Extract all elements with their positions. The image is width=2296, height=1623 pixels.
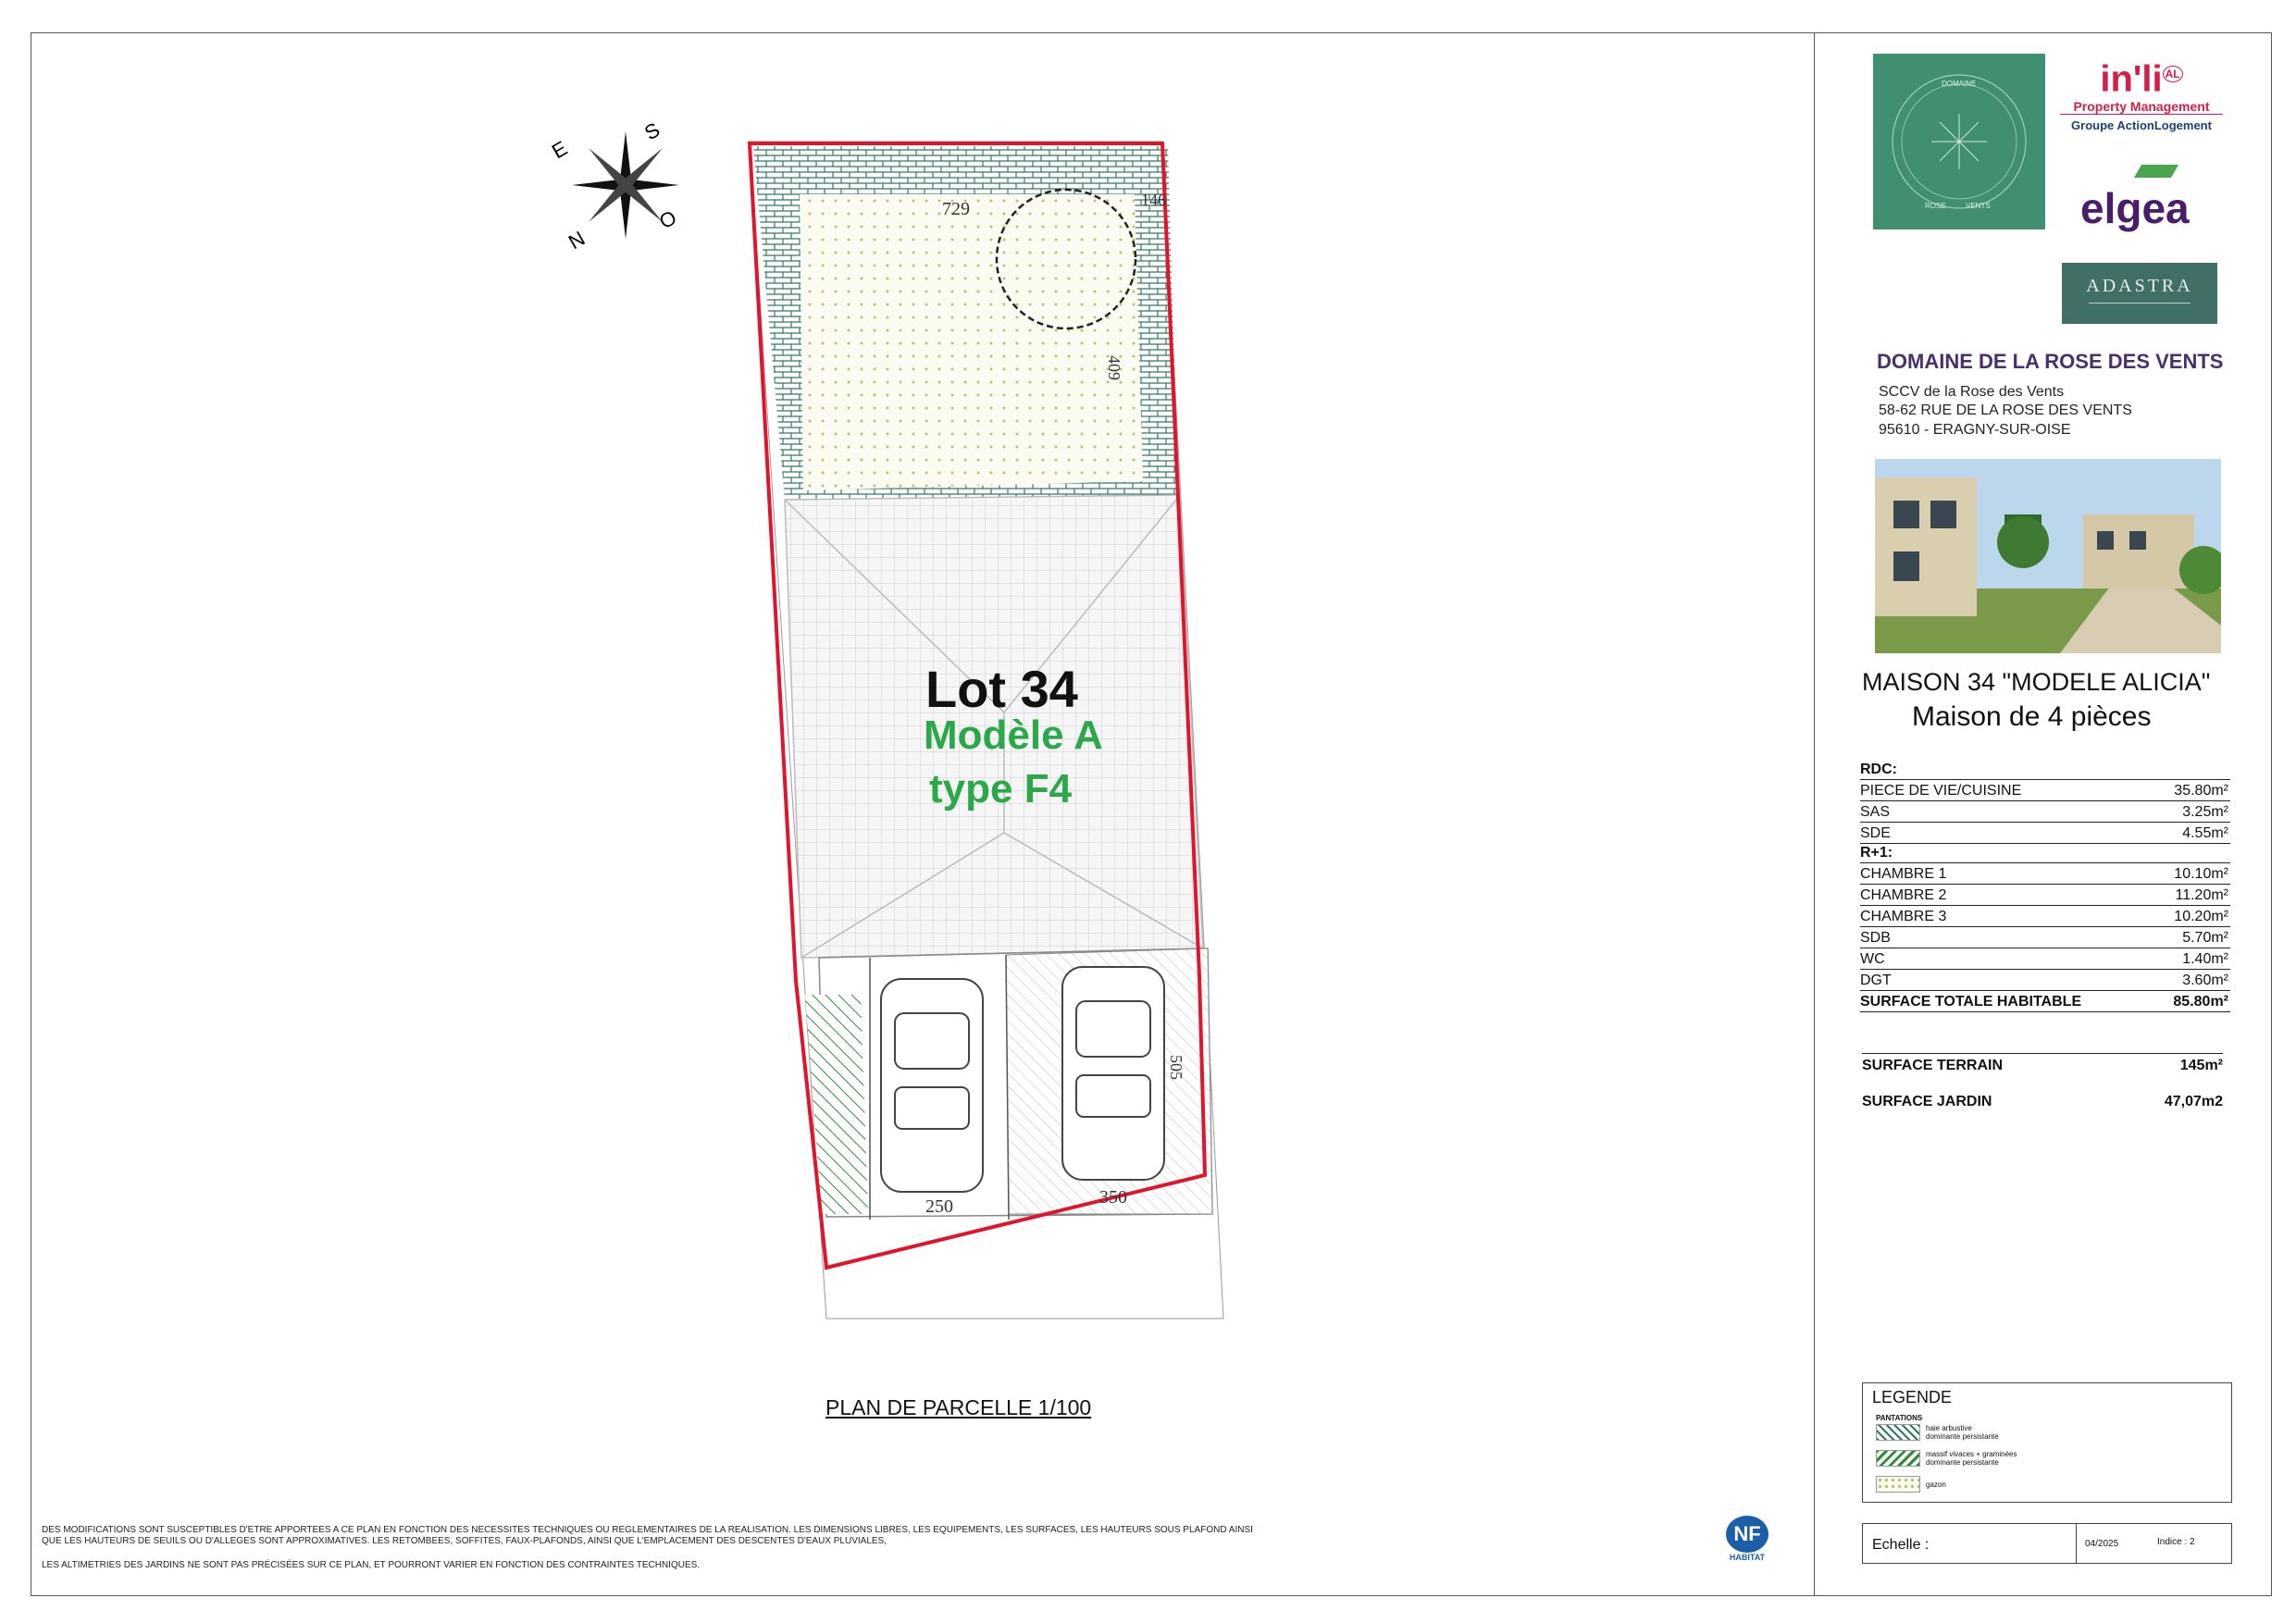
legend-item-lawn: gazon bbox=[1876, 1476, 1946, 1493]
inli-logo: in'li AL Property Management Groupe Actio… bbox=[2060, 54, 2223, 146]
svg-text:250: 250 bbox=[925, 1196, 953, 1217]
scale-box: Echelle : 04/2025 Indice : 2 bbox=[1862, 1523, 2232, 1564]
room-row: CHAMBRE 2 11.20m² bbox=[1860, 885, 2230, 906]
nf-icon: NF bbox=[1726, 1516, 1769, 1553]
room-row: SAS 3.25m² bbox=[1860, 801, 2230, 823]
car-2 bbox=[1061, 966, 1165, 1181]
total-row: SURFACE TOTALE HABITABLE 85.80m² bbox=[1860, 991, 2230, 1012]
disclaimer-line-3: LES ALTIMETRIES DES JARDINS NE SONT PAS … bbox=[42, 1560, 701, 1570]
adastra-logo: ADASTRA bbox=[2062, 263, 2217, 324]
room-row: CHAMBRE 3 10.20m² bbox=[1860, 906, 2230, 927]
svg-text:S: S bbox=[640, 118, 664, 144]
plan-caption: PLAN DE PARCELLE 1/100 bbox=[825, 1395, 1092, 1419]
legend-title: LEGENDE bbox=[1872, 1388, 1953, 1406]
planted-strip bbox=[805, 995, 868, 1214]
surface-jardin: SURFACE JARDIN 47,07m2 bbox=[1862, 1094, 2223, 1109]
elgea-logo: elgea bbox=[2073, 165, 2212, 239]
room-row: PIECE DE VIE/CUISINE 35.80m² bbox=[1860, 780, 2230, 801]
svg-text:409: 409 bbox=[1105, 355, 1123, 380]
svg-text:O: O bbox=[655, 205, 680, 233]
address-line-1: SCCV de la Rose des Vents bbox=[1879, 384, 2065, 400]
surface-terrain: SURFACE TERRAIN 145m² bbox=[1862, 1053, 2223, 1074]
disclaimer-line-1: DES MODIFICATIONS SONT SUSCEPTIBLES D'ET… bbox=[42, 1525, 1253, 1535]
room-row: WC 1.40m² bbox=[1860, 948, 2230, 970]
house-name: MAISON 34 "MODELE ALICIA" bbox=[1862, 668, 2211, 696]
r1-label: R+1: bbox=[1860, 845, 1893, 861]
svg-text:505: 505 bbox=[1167, 1055, 1185, 1080]
lawn-area bbox=[800, 194, 1143, 490]
legend-subtitle: PANTATIONS bbox=[1876, 1414, 1923, 1422]
svg-text:146: 146 bbox=[1141, 191, 1166, 209]
room-row: SDE 4.55m² bbox=[1860, 823, 2230, 844]
lot-model: Modèle A bbox=[924, 712, 1103, 758]
svg-text:N: N bbox=[565, 227, 589, 254]
room-row: CHAMBRE 1 10.10m² bbox=[1860, 863, 2230, 885]
revision-date: 04/2025 bbox=[2085, 1539, 2119, 1549]
address-line-2: 58-62 RUE DE LA ROSE DES VENTS bbox=[1879, 403, 2132, 418]
svg-text:729: 729 bbox=[942, 199, 970, 219]
nf-sub: HABITAT bbox=[1729, 1553, 1766, 1562]
svg-text:E: E bbox=[548, 136, 571, 163]
rdc-label: RDC: bbox=[1860, 762, 1897, 777]
scale-label: Echelle : bbox=[1872, 1537, 1930, 1553]
legend-item-hedge: haie arbustive dominante persistante bbox=[1876, 1424, 1999, 1441]
lot-title: Lot 34 bbox=[925, 660, 1078, 718]
house-subtitle: Maison de 4 pièces bbox=[1912, 701, 2152, 732]
legend-box: LEGENDE PANTATIONS haie arbustive dominan… bbox=[1862, 1382, 2232, 1503]
nf-habitat-logo: NF HABITAT bbox=[1721, 1516, 1773, 1567]
house-rendering-image bbox=[1875, 459, 2221, 653]
address-line-3: 95610 - ERAGNY-SUR-OISE bbox=[1879, 422, 2071, 438]
project-title: DOMAINE DE LA ROSE DES VENTS bbox=[1877, 350, 2224, 373]
domaine-logo: DOMAINE ROSE VENTS bbox=[1873, 54, 2045, 229]
room-row: SDB 5.70m² bbox=[1860, 927, 2230, 948]
car-1 bbox=[880, 978, 984, 1193]
revision-index: Indice : 2 bbox=[2157, 1537, 2195, 1547]
room-row: DGT 3.60m² bbox=[1860, 970, 2230, 991]
disclaimer-line-2: QUE LES HAUTEURS DE SEUILS OU D'ALLEGES … bbox=[42, 1536, 887, 1546]
svg-text:350: 350 bbox=[1099, 1187, 1127, 1208]
room-schedule: RDC: PIECE DE VIE/CUISINE 35.80m² SAS 3.25… bbox=[1860, 761, 2230, 1012]
legend-item-massif: massif vivaces + graminées dominante pers… bbox=[1876, 1450, 2017, 1467]
lot-type: type F4 bbox=[929, 766, 1073, 812]
